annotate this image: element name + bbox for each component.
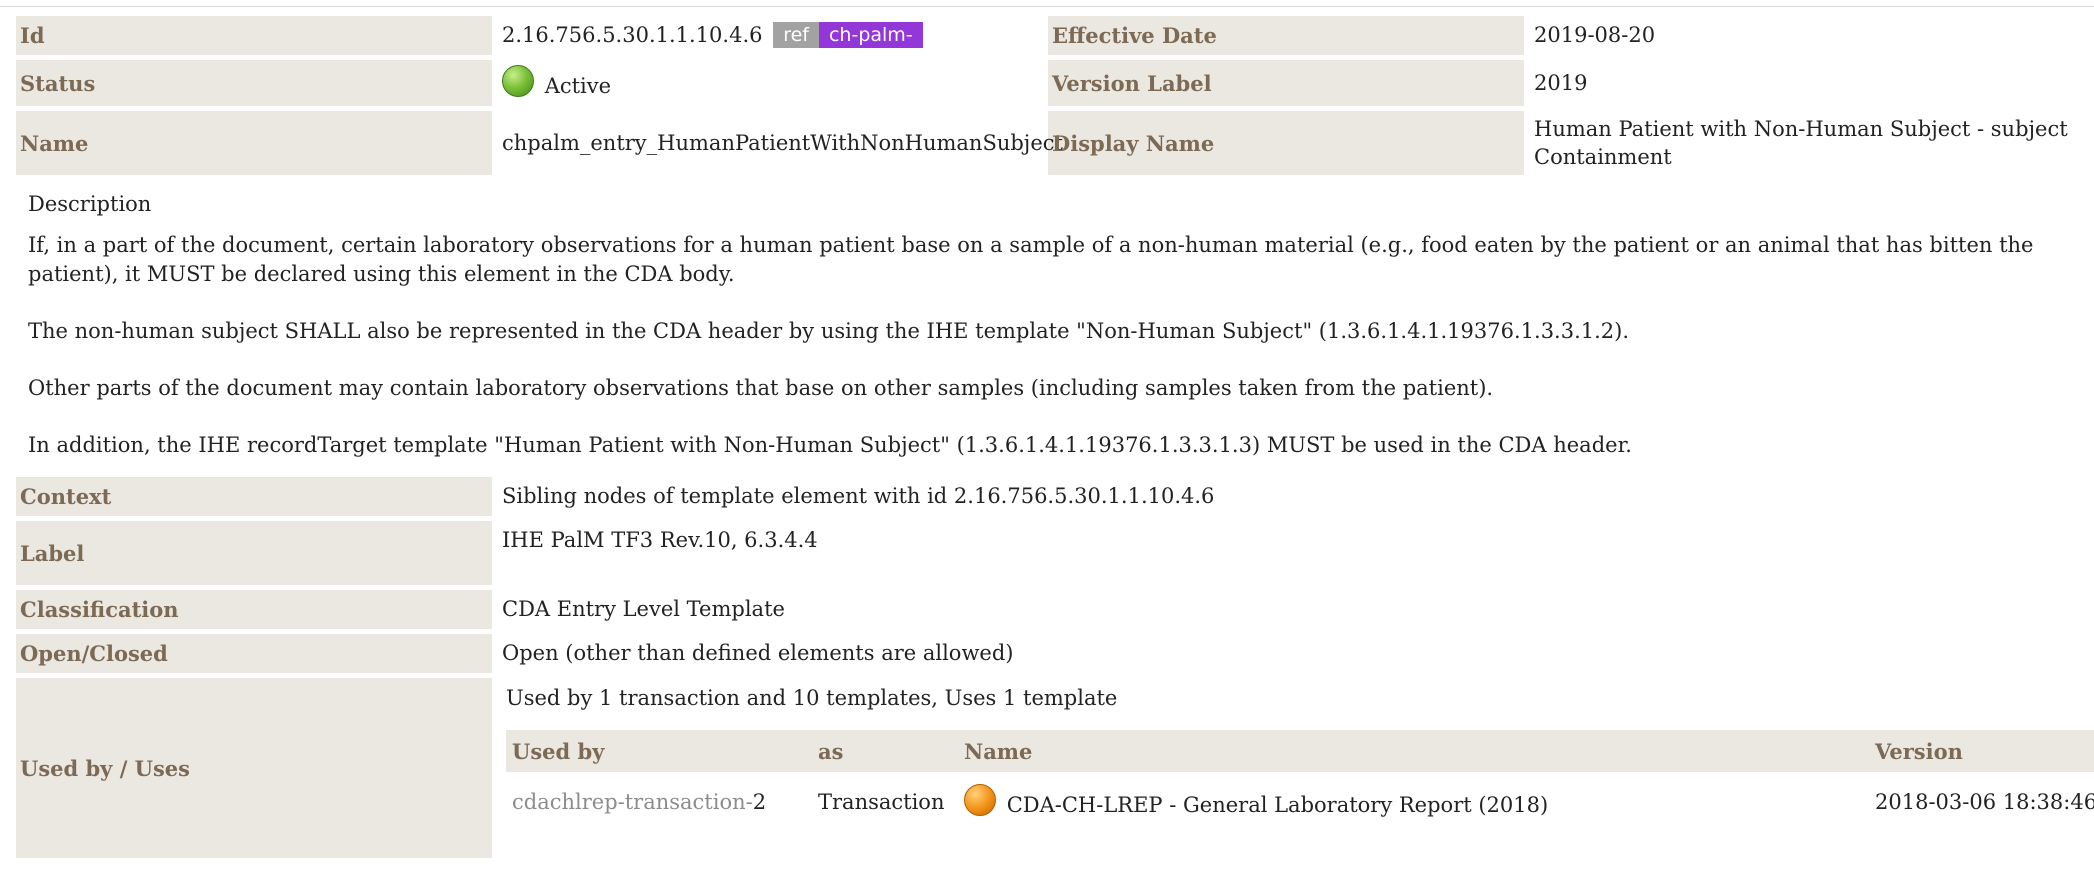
used-by-prefix[interactable]: cdachlrep-transaction- bbox=[512, 790, 753, 814]
row-id: Id 2.16.756.5.30.1.1.10.4.6 ref ch-palm- … bbox=[16, 16, 2094, 55]
display-name-value: Human Patient with Non-Human Subject - s… bbox=[1528, 111, 2094, 175]
row-classification: Classification CDA Entry Level Template bbox=[16, 590, 2094, 629]
used-by-number[interactable]: 2 bbox=[753, 790, 766, 814]
classification-label: Classification bbox=[16, 590, 492, 629]
row-used-by: Used by / Uses Used by 1 transaction and… bbox=[16, 678, 2094, 858]
label-label: Label bbox=[16, 521, 492, 585]
row-context: Context Sibling nodes of template elemen… bbox=[16, 477, 2094, 516]
open-closed-label: Open/Closed bbox=[16, 634, 492, 673]
effective-date-label: Effective Date bbox=[1048, 16, 1524, 55]
version-label-value: 2019 bbox=[1528, 60, 2094, 106]
status-value-cell: Active bbox=[496, 60, 1044, 106]
classification-value: CDA Entry Level Template bbox=[496, 590, 2094, 629]
description-paragraph: In addition, the IHE recordTarget templa… bbox=[28, 433, 1632, 457]
template-id: 2.16.756.5.30.1.1.10.4.6 bbox=[502, 23, 763, 47]
row-status: Status Active Version Label 2019 bbox=[16, 60, 2094, 106]
active-status-icon bbox=[502, 65, 534, 97]
context-label: Context bbox=[16, 477, 492, 516]
used-by-uses-cell: Used by 1 transaction and 10 templates, … bbox=[496, 678, 2094, 858]
usage-summary: Used by 1 transaction and 10 templates, … bbox=[506, 686, 1118, 710]
label-value: IHE PalM TF3 Rev.10, 6.3.4.4 bbox=[496, 521, 2094, 585]
column-header-as[interactable]: as bbox=[812, 730, 958, 772]
template-metadata-table: Id 2.16.756.5.30.1.1.10.4.6 ref ch-palm- … bbox=[12, 11, 2094, 863]
row-name: Name chpalm_entry_HumanPatientWithNonHum… bbox=[16, 111, 2094, 175]
row-description: Description If, in a part of the documen… bbox=[16, 180, 2094, 472]
table-row: cdachlrep-transaction-2 Transaction CDA-… bbox=[506, 777, 2094, 827]
ref-badge: ref bbox=[773, 22, 819, 48]
used-by-name[interactable]: CDA-CH-LREP - General Laboratory Report … bbox=[1007, 793, 1549, 817]
name-value: chpalm_entry_HumanPatientWithNonHumanSub… bbox=[496, 111, 1063, 175]
status-label: Status bbox=[16, 60, 492, 106]
status-value: Active bbox=[544, 74, 612, 98]
orange-status-icon bbox=[964, 784, 996, 816]
context-value: Sibling nodes of template element with i… bbox=[496, 477, 2094, 516]
display-name-label: Display Name bbox=[1048, 111, 1524, 175]
used-by-uses-label: Used by / Uses bbox=[16, 678, 492, 858]
effective-date-value: 2019-08-20 bbox=[1528, 16, 2094, 55]
name-cell[interactable]: CDA-CH-LREP - General Laboratory Report … bbox=[958, 777, 1869, 827]
open-closed-value: Open (other than defined elements are al… bbox=[496, 634, 2094, 673]
column-header-used-by[interactable]: Used by bbox=[506, 730, 812, 772]
name-label: Name bbox=[16, 111, 492, 175]
version-cell: 2018-03-06 18:38:46 bbox=[1875, 789, 2094, 814]
used-by-table: Used by as Name Version cdachlrep-transa… bbox=[506, 725, 2094, 832]
template-detail-page: Id 2.16.756.5.30.1.1.10.4.6 ref ch-palm- … bbox=[0, 0, 2094, 872]
description-paragraph: Other parts of the document may contain … bbox=[28, 376, 1494, 400]
id-value-cell: 2.16.756.5.30.1.1.10.4.6 ref ch-palm- bbox=[496, 16, 1044, 55]
top-divider bbox=[0, 6, 2094, 7]
column-header-version[interactable]: Version bbox=[1869, 730, 2094, 772]
as-cell: Transaction bbox=[818, 789, 945, 814]
description-paragraph: The non-human subject SHALL also be repr… bbox=[28, 319, 1630, 343]
description-paragraph: If, in a part of the document, certain l… bbox=[28, 233, 2034, 286]
description-block: Description If, in a part of the documen… bbox=[16, 180, 2094, 472]
row-label: Label IHE PalM TF3 Rev.10, 6.3.4.4 bbox=[16, 521, 2094, 585]
row-open-closed: Open/Closed Open (other than defined ele… bbox=[16, 634, 2094, 673]
version-label-label: Version Label bbox=[1048, 60, 1524, 106]
used-by-table-header: Used by as Name Version bbox=[506, 730, 2094, 772]
column-header-name[interactable]: Name bbox=[958, 730, 1869, 772]
used-by-cell[interactable]: cdachlrep-transaction-2 bbox=[506, 777, 812, 827]
prefix-badge: ch-palm- bbox=[818, 22, 923, 48]
description-heading: Description bbox=[28, 192, 152, 216]
id-label: Id bbox=[16, 16, 492, 55]
